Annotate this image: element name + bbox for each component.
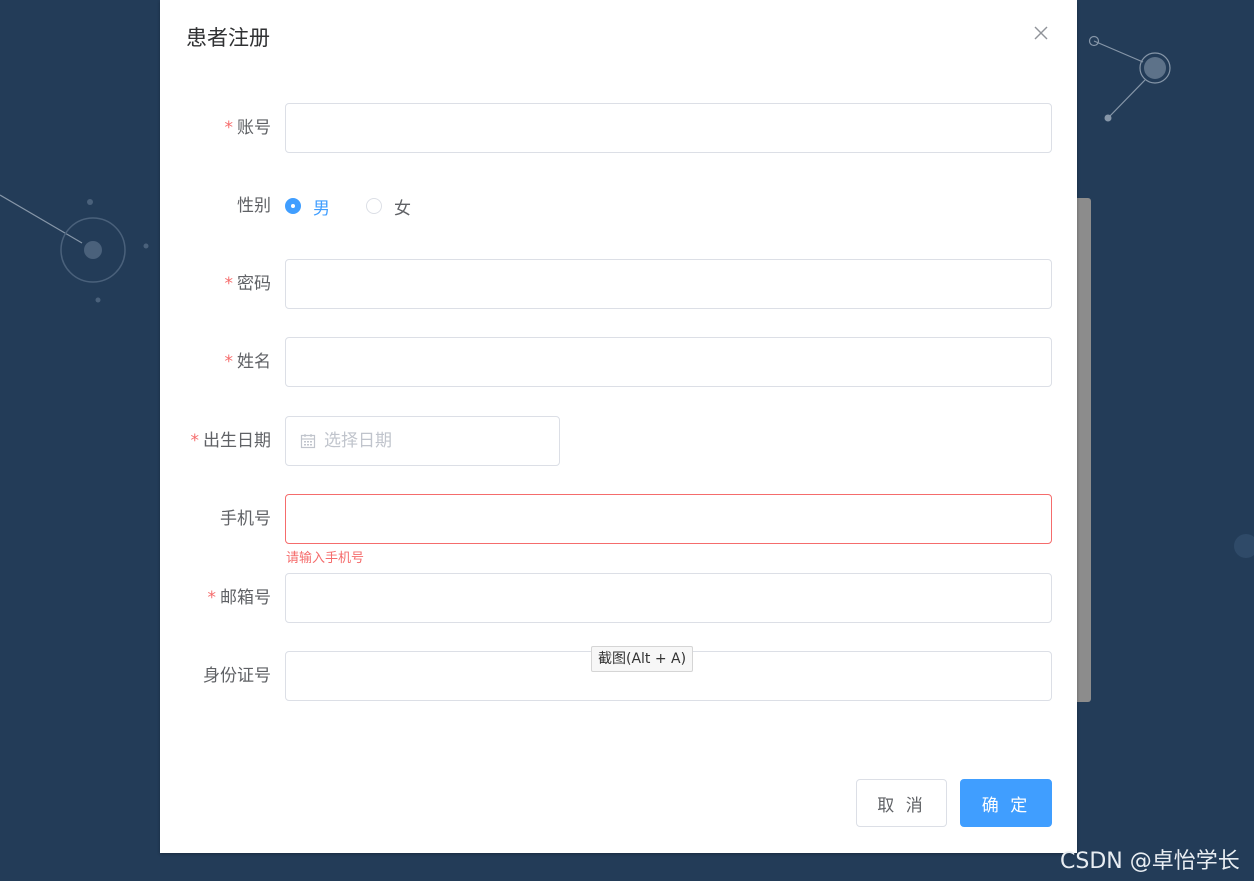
watermark: CSDN @卓怡学长 [1060,849,1240,874]
required-mark: * [224,352,234,372]
register-dialog: 患者注册 * 账号 性别 男 女 * 密码 * 姓名 * 出生日期 选择日期 手… [160,0,1077,853]
password-input[interactable] [285,259,1052,309]
radio-checked-icon [285,198,301,214]
close-icon[interactable] [1032,24,1050,42]
required-mark: * [207,588,217,608]
screenshot-tooltip: 截图(Alt + A) [591,646,694,672]
required-mark: * [224,274,234,294]
cancel-button[interactable]: 取 消 [856,779,947,827]
id-card-label: 身份证号 [203,666,271,686]
gender-radio-female[interactable]: 女 [366,194,411,219]
form-row-password: * 密码 [160,259,1077,309]
name-label: * 姓名 [224,352,272,372]
password-label: * 密码 [224,274,272,294]
form-row-account: * 账号 [160,103,1077,153]
birth-date-label: * 出生日期 [190,431,272,451]
form-row-phone: 手机号 [160,494,1077,544]
phone-error-message: 请输入手机号 [286,551,365,566]
form-row-birth-date: * 出生日期 选择日期 [160,416,1077,466]
form-row-email: * 邮箱号 [160,573,1077,623]
phone-label: 手机号 [220,509,271,529]
form-row-gender: 性别 男 女 [160,181,1077,231]
email-input[interactable] [285,573,1052,623]
confirm-button[interactable]: 确 定 [960,779,1052,827]
email-label: * 邮箱号 [207,588,272,608]
radio-unchecked-icon [366,198,382,214]
birth-date-placeholder: 选择日期 [324,431,392,451]
required-mark: * [190,431,200,451]
gender-radio-group: 男 女 [285,181,447,231]
phone-input[interactable] [285,494,1052,544]
account-input[interactable] [285,103,1052,153]
birth-date-picker[interactable]: 选择日期 [285,416,560,466]
dialog-title: 患者注册 [186,26,270,50]
name-input[interactable] [285,337,1052,387]
account-label: * 账号 [224,118,272,138]
form-row-name: * 姓名 [160,337,1077,387]
gender-radio-male[interactable]: 男 [285,194,330,219]
required-mark: * [224,118,234,138]
gender-label: 性别 [237,196,271,216]
calendar-icon [300,433,316,453]
